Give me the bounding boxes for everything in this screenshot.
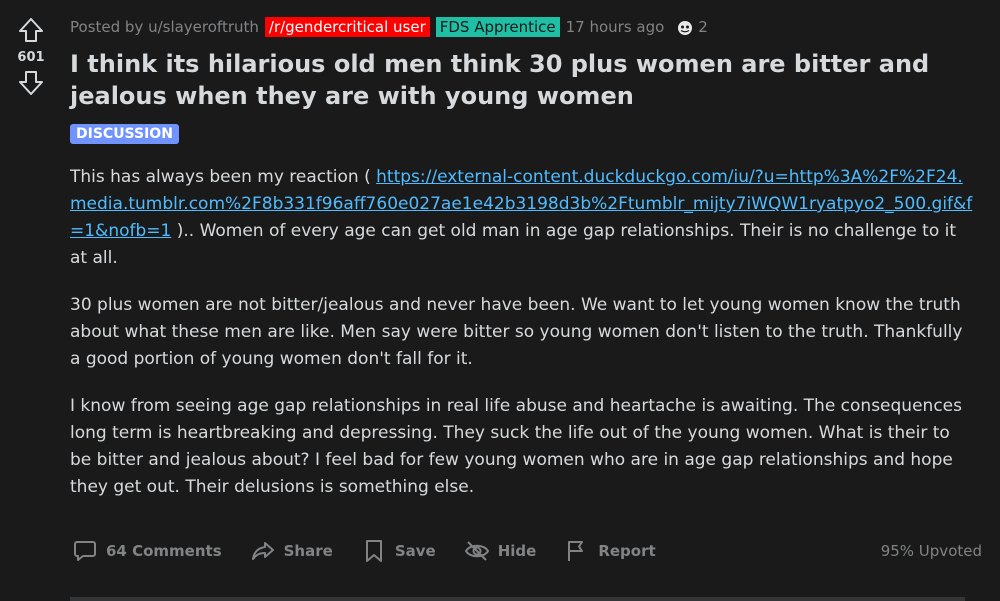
report-label: Report	[598, 542, 656, 560]
paragraph-3: I know from seeing age gap relationships…	[70, 396, 962, 497]
share-label: Share	[283, 542, 333, 560]
comment-icon	[74, 541, 96, 561]
paragraph-2: 30 plus women are not bitter/jealous and…	[70, 295, 963, 369]
save-button[interactable]: Save	[361, 538, 436, 564]
awards[interactable]: 2	[676, 18, 708, 36]
post-actions: 64 Comments Share Save Hide Report 95% U…	[72, 535, 982, 567]
share-icon	[251, 542, 274, 560]
hide-label: Hide	[497, 542, 537, 560]
paragraph-1-before: This has always been my reaction (	[70, 167, 377, 187]
award-count: 2	[698, 18, 708, 36]
paragraph-1-after: ).. Women of every age can get old man i…	[70, 221, 957, 268]
comments-label: 64 Comments	[106, 542, 222, 560]
post-content: Posted by u/slayeroftruth /r/gendercriti…	[70, 0, 985, 521]
post-flair[interactable]: DISCUSSION	[70, 124, 179, 144]
report-icon	[568, 541, 584, 561]
award-icon	[678, 21, 693, 35]
share-button[interactable]: Share	[250, 538, 333, 564]
save-icon	[365, 540, 382, 562]
subreddit-flair: /r/gendercritical user	[264, 17, 430, 37]
report-button[interactable]: Report	[564, 538, 656, 564]
downvote-icon[interactable]	[17, 69, 45, 97]
divider	[70, 597, 965, 601]
save-label: Save	[394, 542, 436, 560]
post-meta: Posted by u/slayeroftruth /r/gendercriti…	[70, 15, 985, 39]
vote-column: 601	[0, 0, 62, 601]
upvote-ratio: 95% Upvoted	[880, 542, 982, 560]
user-flair: FDS Apprentice	[435, 17, 560, 37]
comments-button[interactable]: 64 Comments	[72, 538, 222, 564]
post-title[interactable]: I think its hilarious old men think 30 p…	[70, 48, 970, 112]
hide-button[interactable]: Hide	[464, 538, 537, 564]
post-body: This has always been my reaction ( https…	[70, 164, 975, 501]
hide-icon	[464, 541, 489, 561]
upvote-icon[interactable]	[17, 16, 45, 44]
vote-count: 601	[17, 50, 45, 65]
paragraph-1: This has always been my reaction ( https…	[70, 164, 975, 272]
posted-by[interactable]: Posted by u/slayeroftruth	[70, 18, 259, 36]
post-time[interactable]: 17 hours ago	[566, 18, 665, 36]
